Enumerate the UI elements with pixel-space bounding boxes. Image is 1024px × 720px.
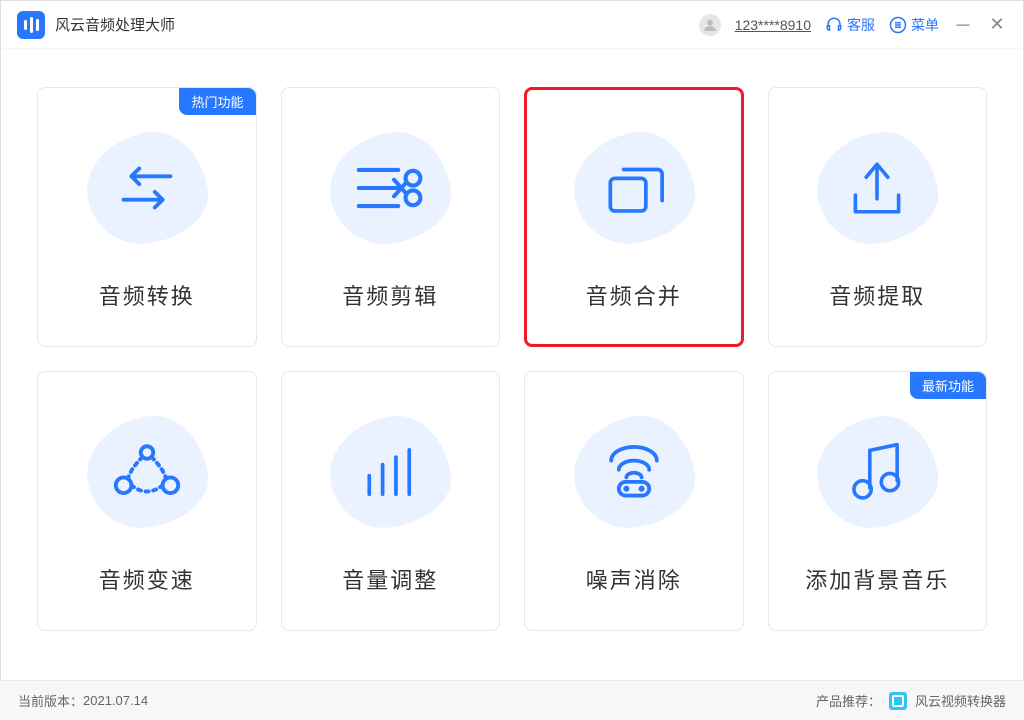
close-button[interactable]: ✕ bbox=[987, 14, 1007, 35]
recommend-product[interactable]: 风云视频转换器 bbox=[915, 691, 1006, 710]
feature-card-label: 音量调整 bbox=[342, 563, 438, 595]
speed-icon bbox=[82, 407, 212, 537]
extract-icon bbox=[812, 123, 942, 253]
feature-card-label: 音频转换 bbox=[99, 279, 195, 311]
feature-card-label: 音频变速 bbox=[99, 563, 195, 595]
volume-icon bbox=[325, 407, 455, 537]
badge-hot: 热门功能 bbox=[179, 88, 255, 115]
feature-card-volume[interactable]: 音量调整 bbox=[281, 371, 501, 631]
convert-icon bbox=[82, 123, 212, 253]
recommend-prefix: 产品推荐： bbox=[816, 691, 881, 710]
merge-icon bbox=[569, 123, 699, 253]
titlebar: 风云音频处理大师 123****8910 客服 菜单 － ✕ bbox=[1, 1, 1023, 49]
version-prefix: 当前版本： bbox=[18, 691, 83, 710]
feature-card-extract[interactable]: 音频提取 bbox=[768, 87, 988, 347]
user-id-link[interactable]: 123****8910 bbox=[735, 17, 811, 33]
feature-card-label: 音频合并 bbox=[586, 279, 682, 311]
titlebar-right: 123****8910 客服 菜单 － ✕ bbox=[699, 12, 1007, 38]
denoise-icon bbox=[569, 407, 699, 537]
support-label: 客服 bbox=[847, 15, 875, 35]
feature-grid: 热门功能音频转换音频剪辑音频合并音频提取音频变速音量调整噪声消除最新功能添加背景… bbox=[1, 49, 1023, 631]
version-value: 2021.07.14 bbox=[83, 693, 148, 708]
menu-button[interactable]: 菜单 bbox=[889, 15, 939, 35]
bgmusic-icon bbox=[812, 407, 942, 537]
support-button[interactable]: 客服 bbox=[825, 15, 875, 35]
badge-new: 最新功能 bbox=[910, 372, 986, 399]
headset-icon bbox=[825, 16, 843, 34]
feature-card-label: 添加背景音乐 bbox=[805, 563, 949, 595]
user-avatar-icon[interactable] bbox=[699, 14, 721, 36]
feature-card-denoise[interactable]: 噪声消除 bbox=[524, 371, 744, 631]
feature-card-convert[interactable]: 热门功能音频转换 bbox=[37, 87, 257, 347]
recommend-logo-icon bbox=[889, 692, 907, 710]
cut-icon bbox=[325, 123, 455, 253]
menu-label: 菜单 bbox=[911, 15, 939, 35]
minimize-button[interactable]: － bbox=[953, 12, 973, 38]
feature-card-cut[interactable]: 音频剪辑 bbox=[281, 87, 501, 347]
menu-list-icon bbox=[889, 16, 907, 34]
feature-card-label: 音频剪辑 bbox=[342, 279, 438, 311]
app-logo-icon bbox=[17, 11, 45, 39]
footer: 当前版本： 2021.07.14 产品推荐： 风云视频转换器 bbox=[0, 680, 1024, 720]
feature-card-merge[interactable]: 音频合并 bbox=[524, 87, 744, 347]
app-title: 风云音频处理大师 bbox=[55, 14, 175, 35]
feature-card-label: 音频提取 bbox=[829, 279, 925, 311]
feature-card-bgmusic[interactable]: 最新功能添加背景音乐 bbox=[768, 371, 988, 631]
feature-card-speed[interactable]: 音频变速 bbox=[37, 371, 257, 631]
feature-card-label: 噪声消除 bbox=[586, 563, 682, 595]
